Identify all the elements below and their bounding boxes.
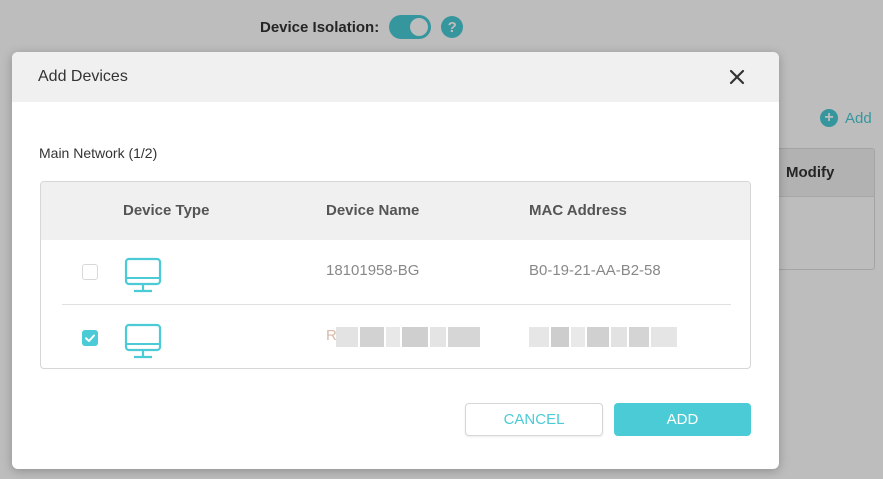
table-header: Device Type Device Name MAC Address (41, 182, 750, 240)
table-row: 18101958-BG B0-19-21-AA-B2-58 (62, 240, 731, 305)
table-row: R (62, 306, 731, 368)
dialog-title: Add Devices (38, 68, 128, 85)
device-name: 18101958-BG (326, 262, 420, 279)
add-button[interactable]: ADD (614, 403, 751, 436)
row-checkbox-checked[interactable] (82, 330, 98, 346)
device-name-redacted: R (326, 327, 480, 347)
close-icon[interactable] (725, 65, 749, 89)
column-device-type: Device Type (123, 202, 210, 219)
mac-address-redacted (529, 327, 677, 347)
main-network-label: Main Network (1/2) (39, 145, 158, 161)
computer-icon (123, 257, 163, 295)
computer-icon (123, 323, 163, 361)
dialog-header: Add Devices (12, 52, 779, 102)
device-table: Device Type Device Name MAC Address 1810… (40, 181, 751, 369)
add-devices-dialog: Add Devices Main Network (1/2) Device Ty… (12, 52, 779, 469)
cancel-button[interactable]: CANCEL (465, 403, 603, 436)
row-checkbox[interactable] (82, 264, 98, 280)
column-mac-address: MAC Address (529, 202, 627, 219)
mac-address: B0-19-21-AA-B2-58 (529, 262, 661, 279)
column-device-name: Device Name (326, 202, 420, 219)
